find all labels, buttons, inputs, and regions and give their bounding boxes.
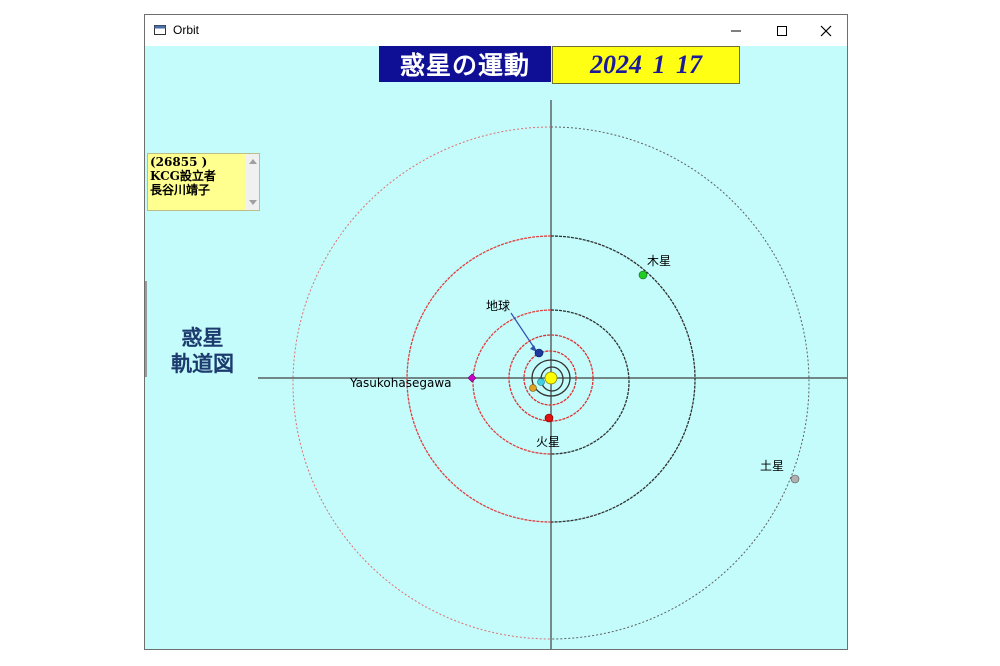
orbit-window: Orbit 惑星の運動 2024 1 17 (26855 ) KCG設立者 長谷… bbox=[144, 14, 848, 650]
saturn-label: 土星 bbox=[760, 459, 784, 473]
sun-marker bbox=[544, 371, 558, 385]
jupiter-label: 木星 bbox=[647, 254, 671, 268]
venus-marker bbox=[529, 384, 537, 392]
mars-label: 火星 bbox=[536, 435, 560, 449]
orbit-diagram: 地球 火星 木星 土星 Yasukohasegawa bbox=[258, 100, 847, 649]
earth-pointer-arrow bbox=[510, 312, 536, 350]
jupiter-marker bbox=[638, 270, 648, 280]
mars-marker bbox=[544, 413, 554, 423]
saturn-marker bbox=[790, 474, 800, 484]
earth-marker bbox=[534, 348, 544, 358]
saturn-orbit-right bbox=[550, 126, 810, 640]
mercury-marker bbox=[537, 378, 545, 386]
asteroid-marker bbox=[467, 373, 477, 383]
earth-label: 地球 bbox=[486, 299, 510, 313]
jupiter-orbit-right bbox=[550, 235, 696, 523]
asteroid-label: Yasukohasegawa bbox=[349, 376, 451, 390]
